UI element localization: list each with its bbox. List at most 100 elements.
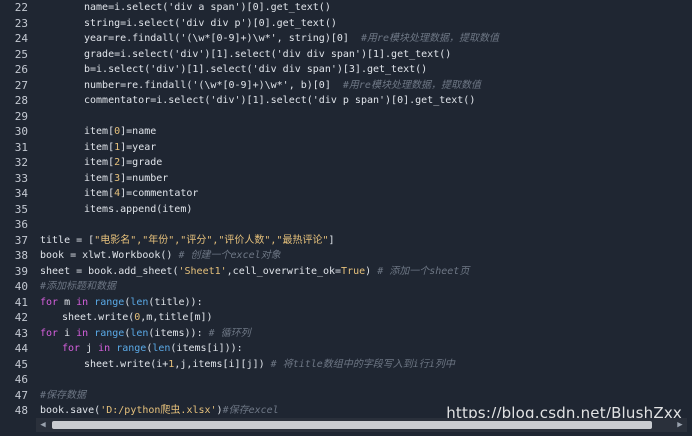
scroll-right-icon[interactable]: ▶ [673, 418, 687, 432]
code-line: sheet = book.add_sheet('Sheet1',cell_ove… [40, 264, 469, 279]
code-string: 'Sheet1' [178, 265, 227, 277]
code-comment: #保存数据 [40, 389, 87, 401]
code-line: for i in range(len(items)): # 循环列 [40, 326, 251, 341]
code-token: grade=i.select('div')[1].select('div div… [84, 48, 452, 60]
line-number: 23 [14, 16, 28, 30]
code-comment: # 将title数组中的字段写入到i行i列中 [270, 358, 455, 370]
code-token: item[ [84, 172, 115, 184]
scrollbar-thumb[interactable] [52, 421, 652, 429]
code-token: range [116, 343, 147, 354]
line-number: 26 [14, 63, 28, 76]
code-token: ]=number [120, 172, 169, 184]
code-line: #添加标题和数据 [40, 279, 116, 294]
code-token: string=i.select('div div p')[0].get_text… [84, 17, 337, 29]
code-token: year=re.findall('(\w*[0-9]+)\w*', string… [84, 33, 361, 44]
line-number: 35 [14, 202, 28, 216]
horizontal-scrollbar[interactable]: ◀ ▶ [36, 418, 687, 432]
code-comment: # 循环列 [208, 327, 251, 339]
code-token: (title)): [148, 296, 203, 308]
code-area[interactable]: name=i.select('div a span')[0].get_text(… [36, 0, 692, 418]
code-token: True [341, 265, 366, 277]
code-line: sheet.write(i+1,j,items[i][j]) # 将title数… [84, 357, 455, 372]
line-number: 31 [14, 140, 28, 154]
line-number: 47 [14, 388, 28, 402]
code-token: book.save( [40, 405, 101, 416]
line-number: 38 [14, 249, 28, 262]
code-comment: #保存excel [222, 405, 279, 416]
line-number: 43 [14, 326, 28, 340]
code-token: ) [365, 265, 378, 277]
code-token: name=i.select('div a span')[0].get_text(… [84, 2, 331, 13]
code-line: item[4]=commentator [84, 186, 198, 201]
line-number: 37 [14, 233, 28, 247]
code-comment: #添加标题和数据 [40, 281, 117, 292]
line-number: 46 [14, 373, 28, 386]
code-token: ,cell_overwrite_ok= [226, 265, 342, 277]
code-token: ]=year [120, 141, 157, 153]
code-line: name=i.select('div a span')[0].get_text(… [84, 0, 331, 15]
code-line: item[2]=grade [84, 155, 162, 170]
code-line: for j in range(len(items[i])): [62, 341, 243, 356]
code-comment: #用re模块处理数据，提取数值 [360, 33, 500, 44]
line-number: 40 [14, 280, 28, 293]
code-line: item[3]=number [84, 171, 168, 186]
code-keyword: for [40, 327, 59, 339]
code-token: len [130, 296, 149, 308]
code-token: range [94, 327, 125, 339]
code-token: len [130, 327, 149, 339]
line-number: 33 [14, 171, 28, 185]
code-line: grade=i.select('div')[1].select('div div… [84, 47, 451, 62]
code-token: sheet.write( [62, 312, 135, 323]
code-token: ,m,title[m]) [140, 312, 213, 323]
code-token: number=re.findall('(\w*[0-9]+)\w*', b)[0… [84, 79, 343, 91]
code-line: sheet.write(0,m,title[m]) [62, 310, 213, 325]
code-line: year=re.findall('(\w*[0-9]+)\w*', string… [84, 31, 499, 46]
line-number: 42 [14, 311, 28, 324]
code-line: book.save('D:/python爬虫.xlsx')#保存excel [40, 403, 279, 418]
code-token: ]=name [120, 126, 157, 137]
code-token: b=i.select('div')[1].select('div div spa… [84, 64, 428, 75]
code-comment: # 添加一个sheet页 [377, 265, 470, 277]
code-keyword: in [98, 343, 111, 354]
code-token: book = xlwt.Workbook() [40, 250, 179, 261]
code-token: sheet = book.add_sheet( [40, 265, 179, 277]
code-token: range [94, 296, 125, 308]
code-token: ]=commentator [120, 188, 199, 199]
code-editor[interactable]: 22 23 24 25 26 27 28 29 30 31 32 33 34 35 36 37 38 39 40 41… [0, 0, 692, 418]
code-keyword: in [76, 327, 89, 339]
code-token: items.append(item) [84, 203, 193, 215]
code-keyword: for [40, 296, 59, 308]
line-number-gutter: 22 23 24 25 26 27 28 29 30 31 32 33 34 35 36 37 38 39 40 41… [0, 0, 34, 418]
code-token: ] [328, 234, 335, 246]
code-line: book = xlwt.Workbook() # 创建一个excel对象 [40, 248, 281, 263]
scroll-left-icon[interactable]: ◀ [36, 418, 50, 432]
code-line: for m in range(len(title)): [40, 295, 203, 310]
code-token: ,j,items[i][j]) [174, 358, 271, 370]
code-token: item[ [84, 157, 115, 168]
line-number: 48 [14, 404, 28, 417]
code-token: sheet.write(i+ [84, 358, 169, 370]
code-token: commentator=i.select('div')[1].select('d… [84, 95, 476, 106]
line-number: 34 [14, 187, 28, 200]
line-number: 36 [14, 218, 28, 231]
line-number: 30 [14, 125, 28, 138]
code-token: j [80, 343, 99, 354]
code-line: commentator=i.select('div')[1].select('d… [84, 93, 475, 108]
code-line: item[1]=year [84, 140, 156, 155]
code-line: items.append(item) [84, 202, 192, 217]
code-line: number=re.findall('(\w*[0-9]+)\w*', b)[0… [84, 78, 481, 93]
line-number: 32 [14, 156, 28, 169]
code-token: item[ [84, 141, 115, 153]
code-line: #保存数据 [40, 388, 86, 403]
code-token: title = [ [40, 234, 95, 246]
code-comment: #用re模块处理数据，提取数值 [342, 79, 481, 91]
code-keyword: for [62, 343, 81, 354]
code-token: m [58, 296, 77, 308]
code-line: b=i.select('div')[1].select('div div spa… [84, 62, 427, 77]
line-number: 24 [14, 32, 28, 45]
code-token: item[ [84, 126, 115, 137]
code-line: item[0]=name [84, 124, 156, 139]
code-line: string=i.select('div div p')[0].get_text… [84, 16, 337, 31]
line-number: 45 [14, 357, 28, 371]
code-string: 'D:/python爬虫.xlsx' [100, 405, 217, 416]
